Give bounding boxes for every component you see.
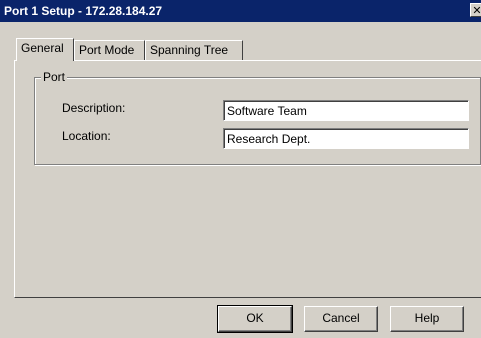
cancel-button[interactable]: Cancel bbox=[304, 306, 378, 332]
ok-button-label: OK bbox=[246, 311, 264, 325]
description-label: Description: bbox=[62, 101, 126, 115]
port-groupbox: Port Description: Location: bbox=[34, 70, 481, 165]
help-button-label: Help bbox=[414, 311, 440, 325]
description-field[interactable] bbox=[223, 100, 469, 121]
group-label: Port bbox=[41, 70, 68, 84]
help-button[interactable]: Help bbox=[390, 306, 464, 332]
close-icon[interactable]: ✕ bbox=[470, 3, 481, 17]
location-label: Location: bbox=[62, 129, 111, 143]
tab-label: Port Mode bbox=[79, 43, 135, 57]
location-field[interactable] bbox=[223, 128, 469, 149]
tab-label: Spanning Tree bbox=[150, 43, 229, 57]
ok-button[interactable]: OK bbox=[217, 305, 293, 333]
tab-panel-general: Port Description: Location: bbox=[14, 60, 481, 298]
title-bar[interactable]: Port 1 Setup - 172.28.184.27 ✕ bbox=[0, 0, 481, 22]
tab-label: General bbox=[21, 41, 64, 55]
tab-general[interactable]: General bbox=[16, 38, 74, 61]
tab-port-mode[interactable]: Port Mode bbox=[74, 40, 145, 60]
tab-spanning-tree[interactable]: Spanning Tree bbox=[145, 40, 243, 60]
cancel-button-label: Cancel bbox=[322, 311, 360, 325]
dialog-window: Port 1 Setup - 172.28.184.27 ✕ General P… bbox=[0, 0, 481, 338]
window-title: Port 1 Setup - 172.28.184.27 bbox=[4, 4, 163, 18]
